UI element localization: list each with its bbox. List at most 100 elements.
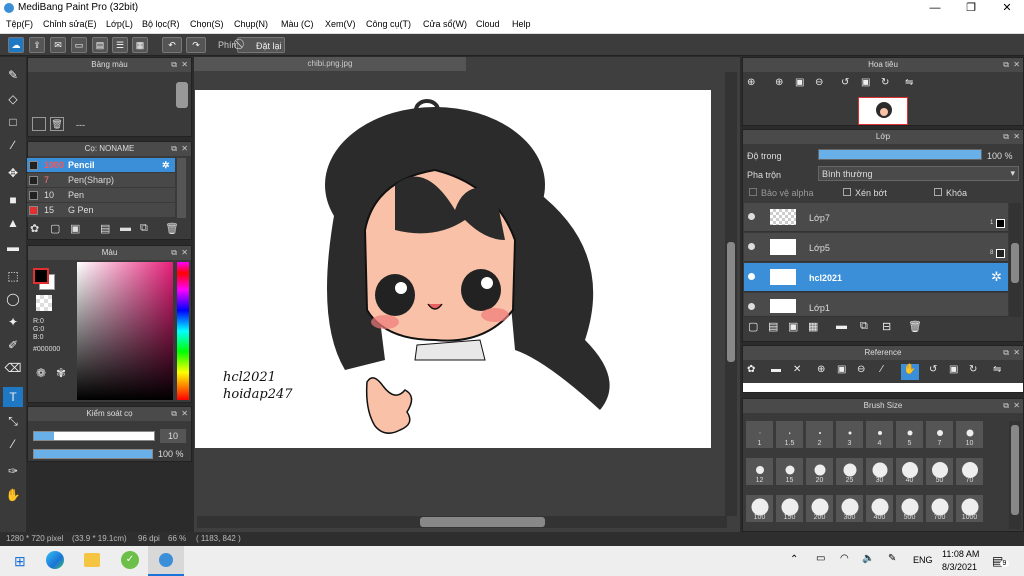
horizontal-scrollbar[interactable] bbox=[197, 516, 727, 528]
menu-cloud[interactable]: Cloud bbox=[476, 19, 500, 29]
scrollbar[interactable] bbox=[176, 82, 188, 108]
wifi-icon[interactable]: ◠ bbox=[840, 553, 849, 564]
select-rect-icon[interactable]: ⬚ bbox=[3, 266, 23, 286]
close-icon[interactable]: ✕ bbox=[1013, 130, 1020, 144]
brush-size-cell[interactable]: 30 bbox=[865, 457, 894, 486]
navigator-thumbnail[interactable] bbox=[858, 97, 908, 125]
brush-size-cell[interactable]: 10 bbox=[955, 420, 984, 449]
flip-icon[interactable]: ⇋ bbox=[905, 77, 913, 88]
close-icon[interactable]: ✕ bbox=[1013, 58, 1020, 72]
select-pen-icon[interactable]: ✐ bbox=[3, 335, 23, 355]
close-icon[interactable]: ✕ bbox=[181, 407, 188, 421]
edge-icon[interactable] bbox=[46, 551, 64, 569]
dropper-icon[interactable]: ✑ bbox=[3, 461, 23, 481]
eye-icon[interactable] bbox=[748, 303, 755, 310]
popout-icon[interactable]: ⧉ bbox=[1003, 130, 1009, 144]
brush-size-cell[interactable]: 700 bbox=[925, 494, 954, 523]
menu-capture[interactable]: Chụp(N) bbox=[234, 19, 268, 29]
popout-icon[interactable]: ⧉ bbox=[1003, 346, 1009, 360]
brush-size-cell[interactable]: 300 bbox=[835, 494, 864, 523]
rotate-left-icon[interactable]: ↺ bbox=[841, 77, 849, 88]
popout-icon[interactable]: ⧉ bbox=[171, 407, 177, 421]
new-layer-icon[interactable]: ▢ bbox=[748, 320, 758, 333]
zoom-out-icon[interactable]: ⊖ bbox=[857, 364, 865, 375]
trash-icon[interactable]: 🗑 bbox=[50, 117, 64, 131]
popout-icon[interactable]: ⧉ bbox=[171, 246, 177, 260]
menu-help[interactable]: Help bbox=[512, 19, 531, 29]
layer-row[interactable]: Lớp7 1 bbox=[744, 203, 1008, 232]
settings-icon[interactable]: ▤ bbox=[100, 222, 110, 235]
cloud-icon[interactable]: ☁ bbox=[8, 37, 24, 53]
new-brush-icon[interactable]: ▢ bbox=[50, 222, 60, 235]
eye-icon[interactable] bbox=[748, 213, 755, 220]
hand-icon[interactable]: ✋ bbox=[3, 485, 23, 505]
brush-size-cell[interactable]: 100 bbox=[745, 494, 774, 523]
popout-icon[interactable]: ⧉ bbox=[171, 142, 177, 156]
merge-icon[interactable]: ⊟ bbox=[882, 320, 891, 333]
folder-icon[interactable]: ▬ bbox=[120, 222, 131, 234]
list-icon[interactable]: ☰ bbox=[112, 37, 128, 53]
volume-icon[interactable]: 🔈 bbox=[862, 553, 874, 564]
gradient-icon[interactable]: ▬ bbox=[3, 237, 23, 257]
menu-window[interactable]: Cửa sổ(W) bbox=[423, 19, 467, 29]
halftone-layer-icon[interactable]: ▣ bbox=[788, 320, 798, 333]
close-icon[interactable]: ✕ bbox=[181, 142, 188, 156]
blend-mode-select[interactable]: Bình thường ▾ bbox=[818, 166, 1019, 181]
fit-icon[interactable]: ▣ bbox=[837, 364, 846, 375]
close-button[interactable]: ✕ bbox=[990, 0, 1024, 16]
layer-opacity-slider[interactable] bbox=[818, 149, 982, 160]
hue-slider[interactable] bbox=[177, 262, 189, 400]
menu-select[interactable]: Chọn(S) bbox=[190, 19, 224, 29]
fill-rect-icon[interactable]: ■ bbox=[3, 190, 23, 210]
brush-size-cell[interactable]: 500 bbox=[895, 494, 924, 523]
redo-icon[interactable]: ↷ bbox=[186, 37, 206, 53]
eyedropper-icon[interactable]: ⁄ bbox=[881, 364, 883, 375]
brush-size-cell[interactable]: 4 bbox=[865, 420, 894, 449]
brush-item[interactable]: 7 Pen(Sharp) bbox=[27, 173, 175, 187]
layer-row[interactable]: Lớp1 bbox=[744, 293, 1008, 317]
brush-size-cell[interactable]: 150 bbox=[775, 494, 804, 523]
windows-start-icon[interactable]: ⊞ bbox=[14, 553, 26, 570]
layer-row[interactable]: hcl2021 ✲ bbox=[744, 263, 1008, 292]
brush-size-cell[interactable]: 200 bbox=[805, 494, 834, 523]
size-slider[interactable] bbox=[33, 431, 155, 441]
close-icon[interactable]: ✕ bbox=[181, 58, 188, 72]
menu-color[interactable]: Màu (C) bbox=[281, 19, 314, 29]
chevron-up-icon[interactable]: ⌃ bbox=[790, 554, 798, 565]
brush-size-cell[interactable]: 1.5 bbox=[775, 420, 804, 449]
brush-tool-icon[interactable]: ✎ bbox=[3, 65, 23, 85]
fit-icon[interactable]: ▣ bbox=[795, 77, 804, 88]
reset-button[interactable]: ⃠ Đặt lại bbox=[237, 37, 285, 53]
reset-view-icon[interactable]: ▣ bbox=[861, 77, 870, 88]
add-brush-icon[interactable]: ✿ bbox=[30, 222, 39, 235]
eraser-tool-icon[interactable]: ◇ bbox=[3, 89, 23, 109]
popout-icon[interactable]: ⧉ bbox=[171, 58, 177, 72]
zoom-out-icon[interactable]: ⊖ bbox=[815, 77, 823, 88]
language-indicator[interactable]: ENG bbox=[913, 555, 933, 565]
medibang-task-icon[interactable] bbox=[148, 546, 184, 576]
reference-view[interactable] bbox=[743, 383, 1023, 392]
brush-size-cell[interactable]: 12 bbox=[745, 457, 774, 486]
select-eraser-icon[interactable]: ⌫ bbox=[3, 358, 23, 378]
magic-wand-icon[interactable]: ✦ bbox=[3, 312, 23, 332]
pen-icon[interactable]: ✎ bbox=[888, 553, 896, 564]
add-reference-icon[interactable]: ✿ bbox=[747, 364, 755, 375]
hand-icon[interactable]: ✋ bbox=[901, 364, 919, 380]
brush-scrollbar[interactable] bbox=[177, 158, 186, 218]
rotate-right-icon[interactable]: ↻ bbox=[881, 77, 889, 88]
brush-size-cell[interactable]: 50 bbox=[925, 457, 954, 486]
vertical-scrollbar[interactable] bbox=[725, 72, 737, 516]
close-reference-icon[interactable]: ✕ bbox=[793, 364, 801, 375]
transparent-swatch[interactable] bbox=[36, 295, 52, 311]
brush-item[interactable]: 1000 Pencil ✲ bbox=[27, 158, 175, 172]
trash-icon[interactable]: 🗑 bbox=[908, 320, 922, 333]
menu-edit[interactable]: Chỉnh sửa(E) bbox=[43, 19, 97, 29]
operation-icon[interactable]: ⤡ bbox=[3, 411, 23, 431]
rotate-right-icon[interactable]: ↻ bbox=[969, 364, 977, 375]
brush-size-cell[interactable]: 25 bbox=[835, 457, 864, 486]
bucket-icon[interactable]: ▲ bbox=[3, 213, 23, 233]
menu-layer[interactable]: Lớp(L) bbox=[106, 19, 133, 29]
lasso-icon[interactable]: ◯ bbox=[3, 289, 23, 309]
brush-size-cell[interactable]: 40 bbox=[895, 457, 924, 486]
size-value[interactable]: 10 bbox=[160, 429, 186, 443]
